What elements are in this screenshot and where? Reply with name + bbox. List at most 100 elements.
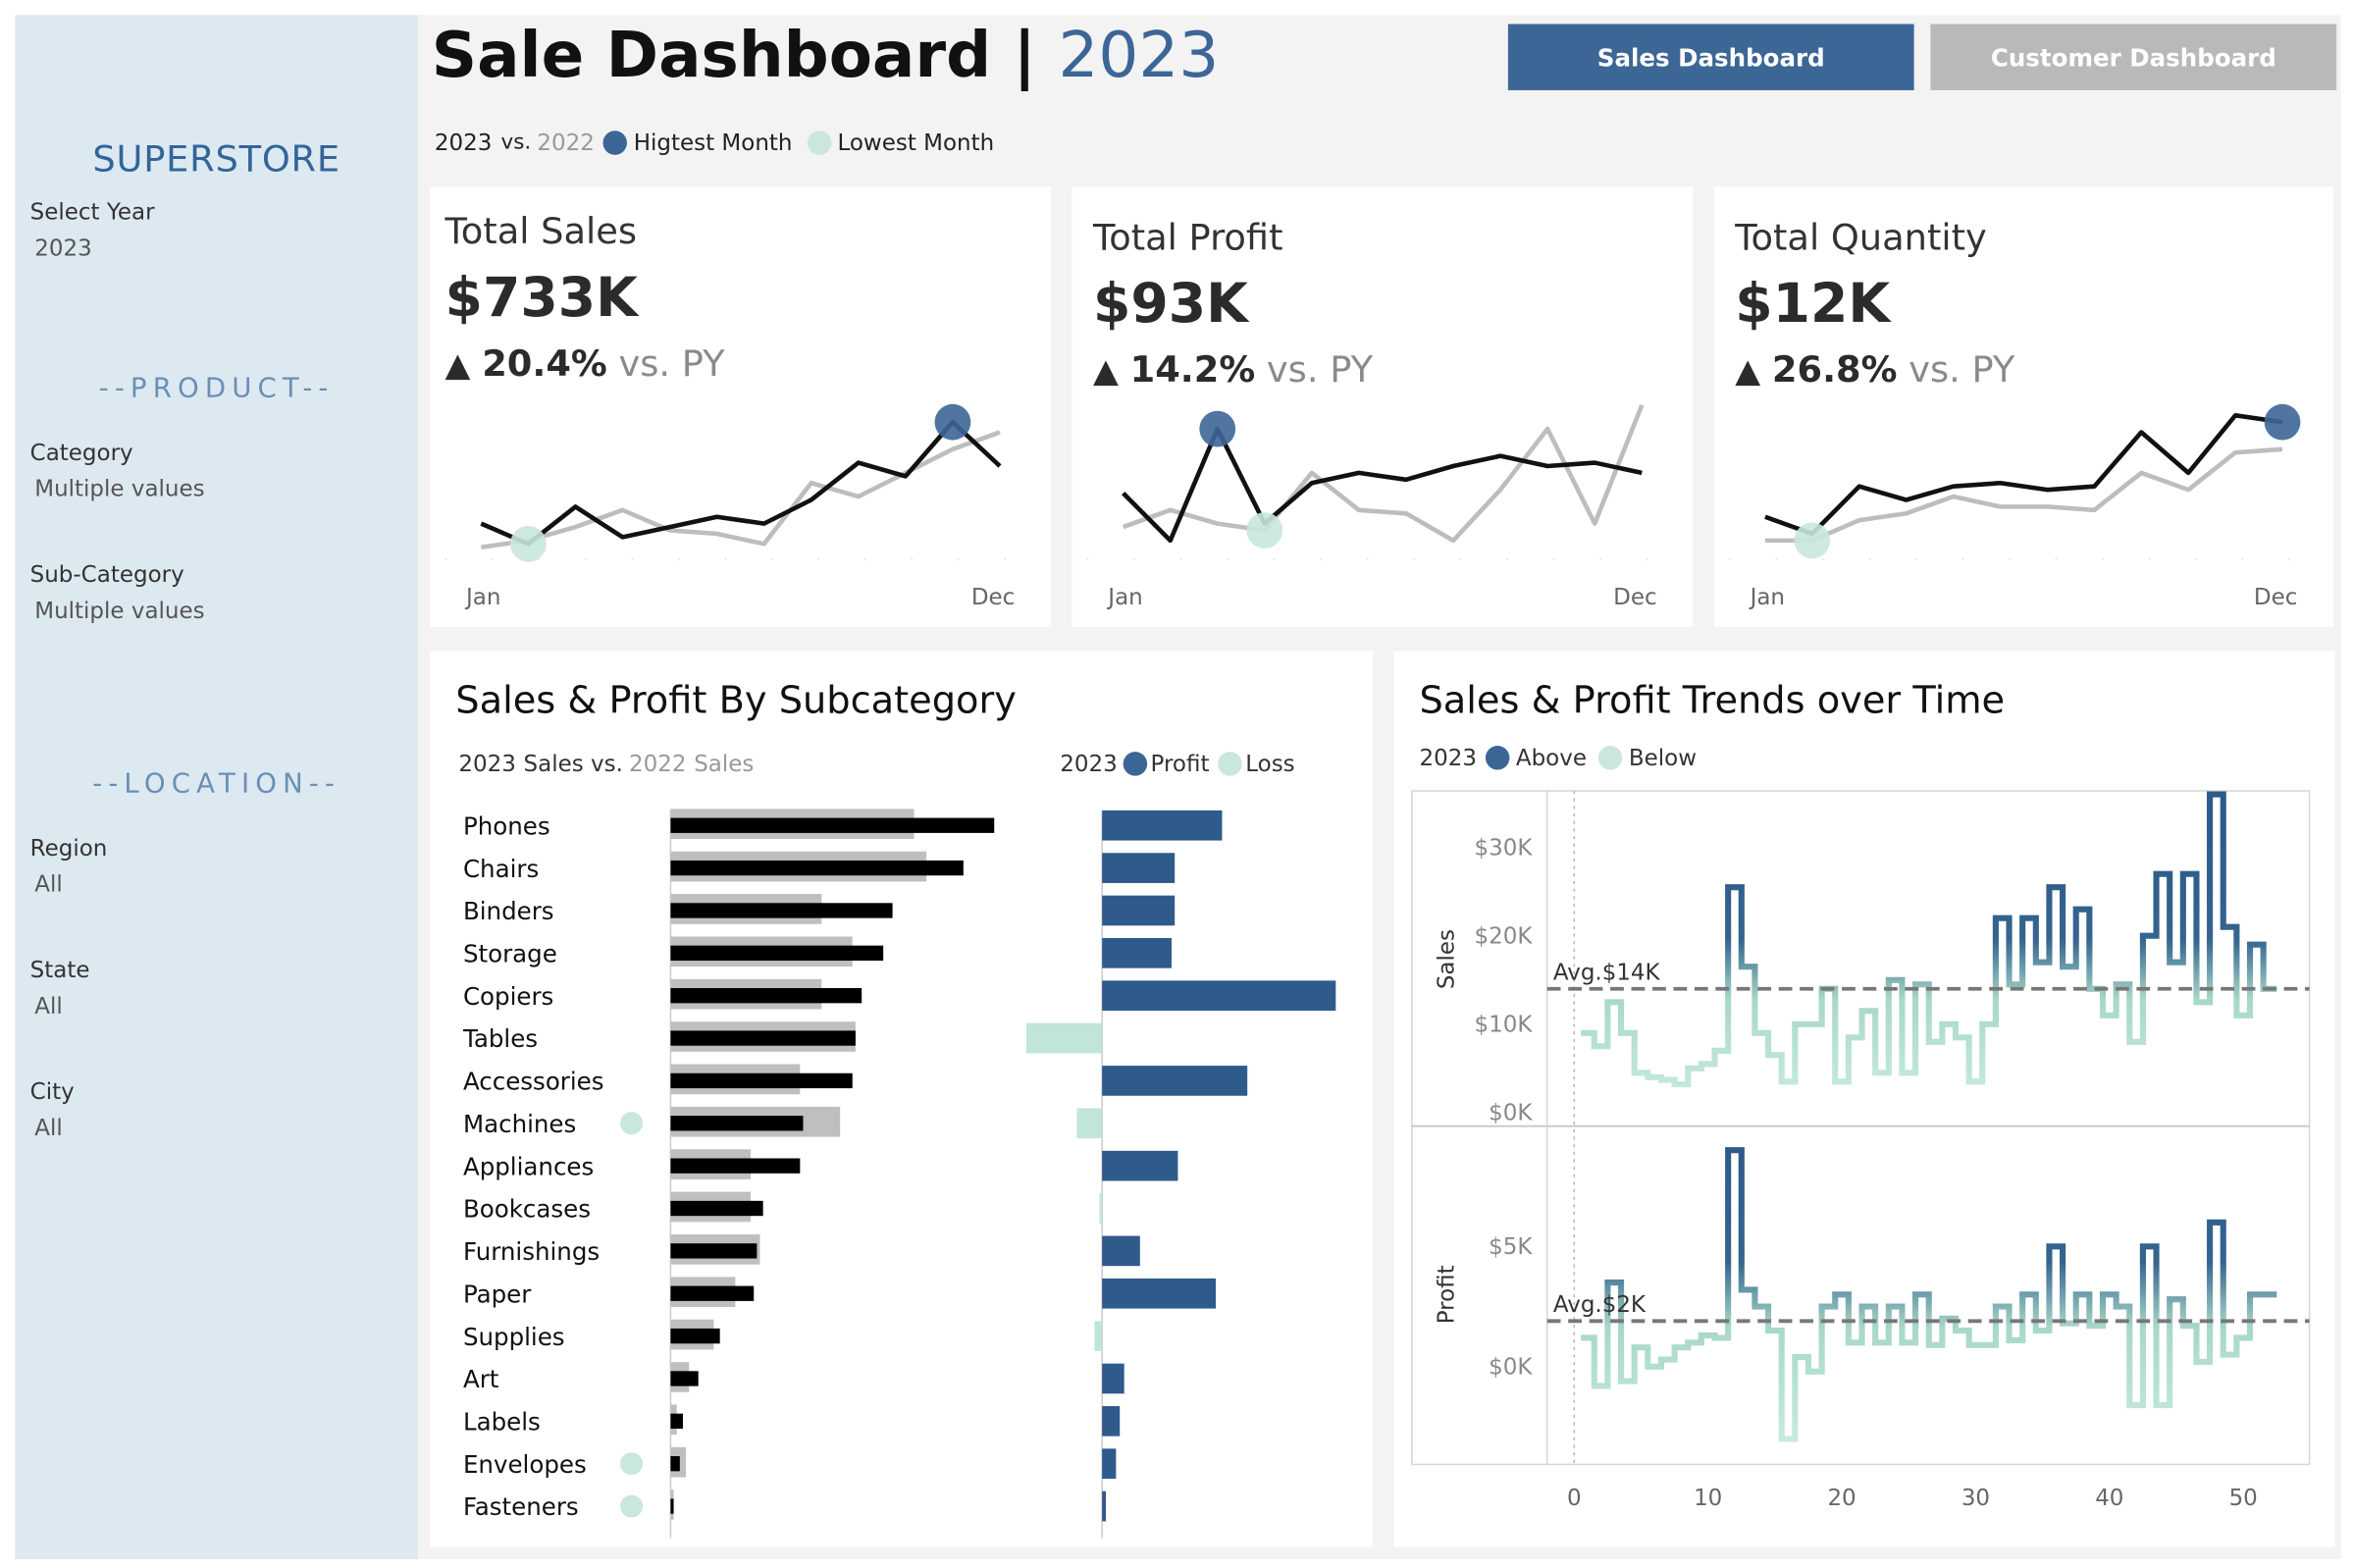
subcategory-label: Appliances: [463, 1152, 594, 1180]
profit-bar: [1102, 1278, 1217, 1309]
subcategory-label: Bookcases: [463, 1195, 591, 1224]
loss-marker-dot: [620, 1494, 644, 1518]
current-year-sales-bar: [670, 1200, 763, 1217]
subcategory-bar-chart: Phones Chairs Binders Storage Copiers Tables A…: [462, 809, 1336, 1539]
profit-average-label: Avg.$2K: [1553, 1292, 1647, 1318]
current-year-sales-bar: [670, 1328, 720, 1344]
profit-bar: [1102, 810, 1223, 841]
profit-bar: [1102, 938, 1172, 968]
profit-tick-label: $0K: [1489, 1355, 1533, 1381]
highest-month-marker: [2264, 403, 2301, 441]
current-year-sales-bar: [670, 1072, 853, 1089]
sales-axis-title: Sales: [1435, 929, 1460, 989]
subcategory-label: Fasteners: [463, 1492, 579, 1521]
product-section-title: --PRODUCT--: [98, 373, 335, 405]
profit-bar: [1102, 1490, 1107, 1522]
category-filter-dropdown[interactable]: Multiple values: [34, 475, 204, 502]
up-triangle-icon: ▲: [1735, 353, 1761, 392]
dashboard-canvas: SUPERSTORE Select Year 2023 --PRODUCT-- …: [0, 0, 2353, 1568]
region-filter-label: Region: [29, 834, 108, 862]
kpi-title: Total Quantity: [1735, 216, 1987, 259]
profit-legend: 2023 Profit Loss: [1060, 751, 1294, 778]
kpi-value: $12K: [1735, 273, 1891, 336]
profit-bar: [1102, 853, 1176, 883]
up-triangle-icon: ▲: [444, 346, 471, 386]
current-year-sales-bar: [670, 903, 893, 918]
previous-year-line: [1764, 446, 2283, 544]
current-year-sales-bar: [670, 1456, 680, 1472]
select-year-dropdown[interactable]: 2023: [34, 235, 92, 262]
sales-step-line: [1581, 791, 2277, 1088]
subcategory-label: Storage: [463, 940, 557, 968]
lowest-month-marker: [510, 525, 547, 562]
profit-bar: [1102, 1150, 1178, 1181]
header-legend: 2023 vs. 2022 Higtest Month Lowest Month: [435, 130, 994, 157]
profit-axis-title: Profit: [1435, 1265, 1460, 1324]
start-month-label: Jan: [464, 585, 500, 610]
subcategory-filter-dropdown[interactable]: Multiple values: [34, 597, 204, 624]
subcategory-label: Labels: [463, 1408, 541, 1437]
subcategory-label: Envelopes: [463, 1450, 587, 1479]
sales-tick-label: $10K: [1475, 1012, 1534, 1037]
current-year-line: [480, 419, 1002, 547]
start-month-label: Jan: [1749, 585, 1785, 610]
filter-sidebar: SUPERSTORE Select Year 2023 --PRODUCT-- …: [15, 15, 418, 1559]
week-tick-label: 50: [2229, 1486, 2258, 1511]
start-month-label: Jan: [1106, 585, 1142, 610]
kpi-title: Total Sales: [444, 210, 638, 253]
profit-dot-icon: [1123, 752, 1148, 776]
page-title-text: Sale Dashboard |: [431, 18, 1037, 92]
sales-dashboard-button[interactable]: Sales Dashboard: [1507, 24, 1914, 90]
sales-sparkline: Jan Dec: [444, 403, 1036, 610]
legend-previous-year: 2022: [537, 129, 595, 157]
loss-bar: [1094, 1321, 1103, 1351]
subcategory-filter-label: Sub-Category: [29, 560, 184, 589]
trends-step-chart: Sales Profit $0K $10K $20K $30K $0K $5K 0 10 20 30 4…: [1411, 790, 2311, 1511]
trends-card: Sales & Profit Trends over Time 2023 Abo…: [1393, 651, 2335, 1547]
kpi-change-value: 26.8%: [1771, 348, 1898, 392]
kpi-change: ▲ 14.2% vs. PY: [1093, 348, 1373, 391]
profit-bar: [1102, 1448, 1117, 1480]
kpi-change-value: 14.2%: [1129, 348, 1256, 392]
profit-bar: [1102, 1363, 1124, 1394]
subcategory-label: Tables: [462, 1024, 538, 1053]
current-year-sales-bar: [670, 1371, 699, 1386]
week-tick-label: 20: [1827, 1486, 1856, 1511]
customer-dashboard-button[interactable]: Customer Dashboard: [1930, 24, 2337, 90]
state-filter-dropdown[interactable]: All: [34, 992, 63, 1019]
current-year-sales-bar: [670, 1243, 758, 1259]
kpi-change-vs: vs. PY: [1909, 348, 2015, 392]
sales-average-label: Avg.$14K: [1553, 961, 1661, 986]
sales-tick-label: $30K: [1475, 835, 1534, 861]
kpi-change-vs: vs. PY: [1266, 348, 1374, 392]
legend-vs: vs.: [500, 131, 532, 155]
city-filter-dropdown[interactable]: All: [34, 1114, 63, 1141]
legend-previous-year: 2022: [629, 750, 687, 778]
lowest-month-marker: [1794, 522, 1831, 559]
profit-bar: [1102, 1235, 1140, 1267]
loss-bar: [1076, 1108, 1103, 1139]
loss-bar: [1025, 1022, 1103, 1054]
legend-lowest-month: Lowest Month: [837, 129, 995, 157]
current-year-sales-bar: [670, 945, 884, 961]
legend-current-year: 2023: [458, 750, 516, 778]
select-year-label: Select Year: [29, 198, 155, 226]
current-year-sales-bar: [670, 1285, 755, 1301]
kpi-card-profit: Total Profit $93K ▲ 14.2% vs. PY Jan Dec: [1072, 186, 1694, 627]
subcategory-label: Paper: [463, 1280, 532, 1308]
kpi-change-vs: vs. PY: [618, 342, 725, 386]
subcategory-label: Binders: [463, 897, 554, 925]
kpi-value: $93K: [1092, 273, 1248, 336]
previous-year-line: [481, 430, 1001, 550]
current-year-sales-bar: [670, 1116, 804, 1131]
quantity-sparkline: Jan Dec: [1729, 403, 2319, 610]
region-filter-dropdown[interactable]: All: [34, 870, 63, 898]
subcategory-label: Art: [463, 1365, 499, 1393]
subcategory-label: Supplies: [463, 1323, 565, 1351]
profit-bar: [1102, 1406, 1121, 1437]
lowest-month-marker: [1246, 512, 1283, 549]
legend-previous-sales: Sales: [694, 750, 755, 778]
end-month-label: Dec: [2254, 585, 2297, 610]
week-tick-label: 0: [1567, 1486, 1582, 1511]
sales-tick-label: $0K: [1489, 1101, 1533, 1126]
